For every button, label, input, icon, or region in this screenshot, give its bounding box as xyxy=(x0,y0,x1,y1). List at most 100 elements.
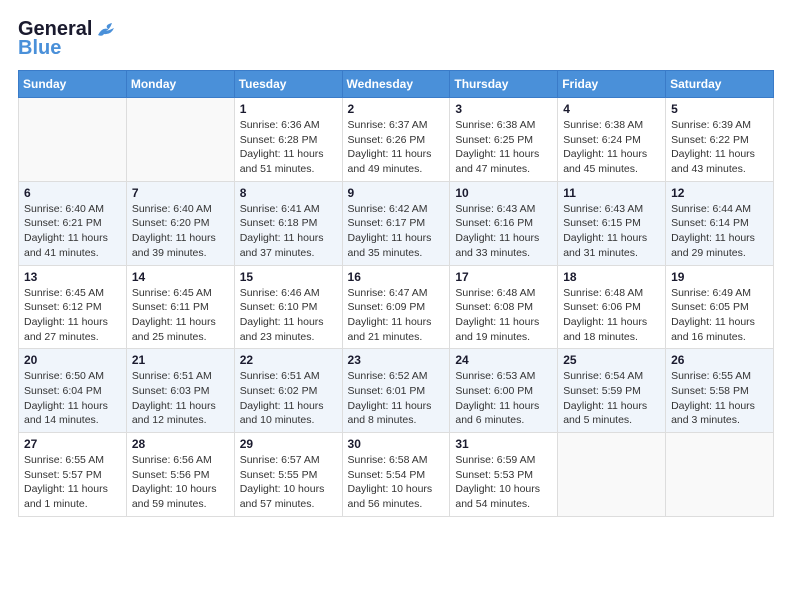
day-info: Sunrise: 6:43 AM Sunset: 6:15 PM Dayligh… xyxy=(563,202,660,261)
day-number: 1 xyxy=(240,102,337,116)
day-info: Sunrise: 6:56 AM Sunset: 5:56 PM Dayligh… xyxy=(132,453,229,512)
calendar-cell: 24Sunrise: 6:53 AM Sunset: 6:00 PM Dayli… xyxy=(450,349,558,433)
calendar-cell: 18 Sunrise: 6:48 AM Sunset: 6:06 PM Dayli… xyxy=(558,265,666,349)
day-number: 10 xyxy=(455,186,552,200)
day-info: Sunrise: 6:38 AM Sunset: 6:24 PM Dayligh… xyxy=(563,118,660,177)
day-info: Sunrise: 6:37 AM Sunset: 6:26 PM Dayligh… xyxy=(348,118,445,177)
week-row-2: 6 Sunrise: 6:40 AM Sunset: 6:21 PM Daylig… xyxy=(19,181,774,265)
calendar-cell: 25Sunrise: 6:54 AM Sunset: 5:59 PM Dayli… xyxy=(558,349,666,433)
day-number: 12 xyxy=(671,186,768,200)
day-info: Sunrise: 6:39 AM Sunset: 6:22 PM Dayligh… xyxy=(671,118,768,177)
day-number: 31 xyxy=(455,437,552,451)
calendar-cell: 15 Sunrise: 6:46 AM Sunset: 6:10 PM Dayli… xyxy=(234,265,342,349)
logo-bird-icon xyxy=(94,21,116,39)
day-info: Sunrise: 6:46 AM Sunset: 6:10 PM Dayligh… xyxy=(240,286,337,345)
calendar-cell: 3 Sunrise: 6:38 AM Sunset: 6:25 PM Daylig… xyxy=(450,98,558,182)
weekday-header-friday: Friday xyxy=(558,71,666,98)
calendar-cell: 5 Sunrise: 6:39 AM Sunset: 6:22 PM Daylig… xyxy=(666,98,774,182)
day-number: 6 xyxy=(24,186,121,200)
day-number: 11 xyxy=(563,186,660,200)
calendar-page: General Blue SundayMondayTuesdayWednesda… xyxy=(0,0,792,612)
calendar-cell: 2 Sunrise: 6:37 AM Sunset: 6:26 PM Daylig… xyxy=(342,98,450,182)
calendar-cell: 30Sunrise: 6:58 AM Sunset: 5:54 PM Dayli… xyxy=(342,433,450,517)
calendar-cell: 27 Sunrise: 6:55 AM Sunset: 5:57 PM Dayli… xyxy=(19,433,127,517)
calendar-cell: 28 Sunrise: 6:56 AM Sunset: 5:56 PM Dayli… xyxy=(126,433,234,517)
calendar-cell: 12 Sunrise: 6:44 AM Sunset: 6:14 PM Dayli… xyxy=(666,181,774,265)
day-number: 8 xyxy=(240,186,337,200)
day-info: Sunrise: 6:45 AM Sunset: 6:12 PM Dayligh… xyxy=(24,286,121,345)
calendar-cell: 11 Sunrise: 6:43 AM Sunset: 6:15 PM Dayli… xyxy=(558,181,666,265)
day-info: Sunrise: 6:40 AM Sunset: 6:20 PM Dayligh… xyxy=(132,202,229,261)
week-row-1: 1 Sunrise: 6:36 AM Sunset: 6:28 PM Daylig… xyxy=(19,98,774,182)
day-number: 4 xyxy=(563,102,660,116)
calendar-cell: 26Sunrise: 6:55 AM Sunset: 5:58 PM Dayli… xyxy=(666,349,774,433)
calendar-cell: 16 Sunrise: 6:47 AM Sunset: 6:09 PM Dayli… xyxy=(342,265,450,349)
day-info: Sunrise: 6:58 AM Sunset: 5:54 PM Dayligh… xyxy=(348,453,445,512)
day-number: 16 xyxy=(348,270,445,284)
calendar-cell: 20 Sunrise: 6:50 AM Sunset: 6:04 PM Dayli… xyxy=(19,349,127,433)
day-number: 13 xyxy=(24,270,121,284)
weekday-header-monday: Monday xyxy=(126,71,234,98)
week-row-4: 20 Sunrise: 6:50 AM Sunset: 6:04 PM Dayli… xyxy=(19,349,774,433)
day-number: 25 xyxy=(563,353,660,367)
day-number: 29 xyxy=(240,437,337,451)
calendar-cell: 14Sunrise: 6:45 AM Sunset: 6:11 PM Dayli… xyxy=(126,265,234,349)
day-number: 2 xyxy=(348,102,445,116)
calendar-cell: 8Sunrise: 6:41 AM Sunset: 6:18 PM Daylig… xyxy=(234,181,342,265)
logo: General Blue xyxy=(18,18,116,60)
day-info: Sunrise: 6:48 AM Sunset: 6:06 PM Dayligh… xyxy=(563,286,660,345)
day-number: 19 xyxy=(671,270,768,284)
day-number: 7 xyxy=(132,186,229,200)
calendar-cell: 10Sunrise: 6:43 AM Sunset: 6:16 PM Dayli… xyxy=(450,181,558,265)
day-number: 21 xyxy=(132,353,229,367)
weekday-header-thursday: Thursday xyxy=(450,71,558,98)
day-number: 18 xyxy=(563,270,660,284)
weekday-header-tuesday: Tuesday xyxy=(234,71,342,98)
day-info: Sunrise: 6:49 AM Sunset: 6:05 PM Dayligh… xyxy=(671,286,768,345)
calendar-cell: 19 Sunrise: 6:49 AM Sunset: 6:05 PM Dayli… xyxy=(666,265,774,349)
day-info: Sunrise: 6:44 AM Sunset: 6:14 PM Dayligh… xyxy=(671,202,768,261)
day-info: Sunrise: 6:36 AM Sunset: 6:28 PM Dayligh… xyxy=(240,118,337,177)
calendar-cell: 31 Sunrise: 6:59 AM Sunset: 5:53 PM Dayli… xyxy=(450,433,558,517)
calendar-cell: 6 Sunrise: 6:40 AM Sunset: 6:21 PM Daylig… xyxy=(19,181,127,265)
day-number: 15 xyxy=(240,270,337,284)
day-number: 26 xyxy=(671,353,768,367)
calendar-cell: 22 Sunrise: 6:51 AM Sunset: 6:02 PM Dayli… xyxy=(234,349,342,433)
day-number: 9 xyxy=(348,186,445,200)
day-info: Sunrise: 6:51 AM Sunset: 6:02 PM Dayligh… xyxy=(240,369,337,428)
day-number: 3 xyxy=(455,102,552,116)
day-info: Sunrise: 6:38 AM Sunset: 6:25 PM Dayligh… xyxy=(455,118,552,177)
calendar-cell xyxy=(19,98,127,182)
day-info: Sunrise: 6:40 AM Sunset: 6:21 PM Dayligh… xyxy=(24,202,121,261)
calendar-cell xyxy=(126,98,234,182)
day-number: 17 xyxy=(455,270,552,284)
calendar-cell: 1 Sunrise: 6:36 AM Sunset: 6:28 PM Daylig… xyxy=(234,98,342,182)
calendar-cell: 7 Sunrise: 6:40 AM Sunset: 6:20 PM Daylig… xyxy=(126,181,234,265)
day-number: 28 xyxy=(132,437,229,451)
day-number: 23 xyxy=(348,353,445,367)
day-info: Sunrise: 6:59 AM Sunset: 5:53 PM Dayligh… xyxy=(455,453,552,512)
day-number: 22 xyxy=(240,353,337,367)
calendar-cell: 9Sunrise: 6:42 AM Sunset: 6:17 PM Daylig… xyxy=(342,181,450,265)
calendar-cell: 4 Sunrise: 6:38 AM Sunset: 6:24 PM Daylig… xyxy=(558,98,666,182)
calendar-cell xyxy=(558,433,666,517)
day-number: 5 xyxy=(671,102,768,116)
day-info: Sunrise: 6:55 AM Sunset: 5:57 PM Dayligh… xyxy=(24,453,121,512)
day-info: Sunrise: 6:57 AM Sunset: 5:55 PM Dayligh… xyxy=(240,453,337,512)
calendar-cell: 17 Sunrise: 6:48 AM Sunset: 6:08 PM Dayli… xyxy=(450,265,558,349)
day-info: Sunrise: 6:53 AM Sunset: 6:00 PM Dayligh… xyxy=(455,369,552,428)
day-info: Sunrise: 6:50 AM Sunset: 6:04 PM Dayligh… xyxy=(24,369,121,428)
day-info: Sunrise: 6:51 AM Sunset: 6:03 PM Dayligh… xyxy=(132,369,229,428)
day-number: 27 xyxy=(24,437,121,451)
week-row-3: 13 Sunrise: 6:45 AM Sunset: 6:12 PM Dayli… xyxy=(19,265,774,349)
calendar-cell: 13 Sunrise: 6:45 AM Sunset: 6:12 PM Dayli… xyxy=(19,265,127,349)
day-info: Sunrise: 6:47 AM Sunset: 6:09 PM Dayligh… xyxy=(348,286,445,345)
week-row-5: 27 Sunrise: 6:55 AM Sunset: 5:57 PM Dayli… xyxy=(19,433,774,517)
calendar-cell xyxy=(666,433,774,517)
day-info: Sunrise: 6:48 AM Sunset: 6:08 PM Dayligh… xyxy=(455,286,552,345)
header: General Blue xyxy=(18,18,774,60)
day-number: 20 xyxy=(24,353,121,367)
calendar-cell: 23Sunrise: 6:52 AM Sunset: 6:01 PM Dayli… xyxy=(342,349,450,433)
day-info: Sunrise: 6:45 AM Sunset: 6:11 PM Dayligh… xyxy=(132,286,229,345)
weekday-header-saturday: Saturday xyxy=(666,71,774,98)
